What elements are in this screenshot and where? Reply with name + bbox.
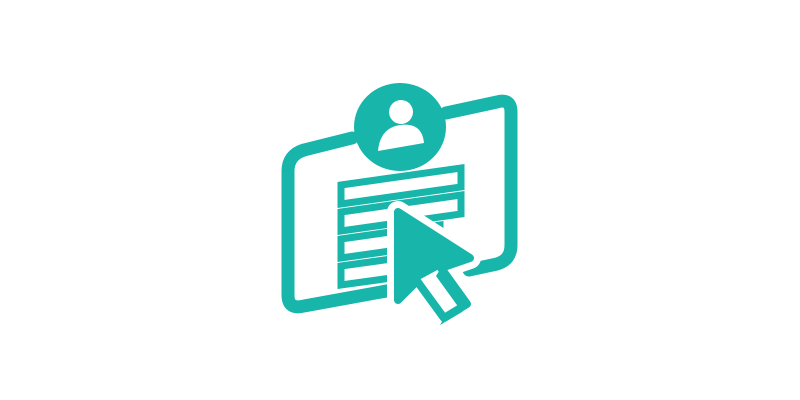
user-profile-form-click-icon	[281, 83, 518, 329]
mouse-cursor-icon	[387, 201, 481, 329]
icon-stage	[0, 0, 800, 400]
user-avatar-icon	[354, 83, 446, 171]
